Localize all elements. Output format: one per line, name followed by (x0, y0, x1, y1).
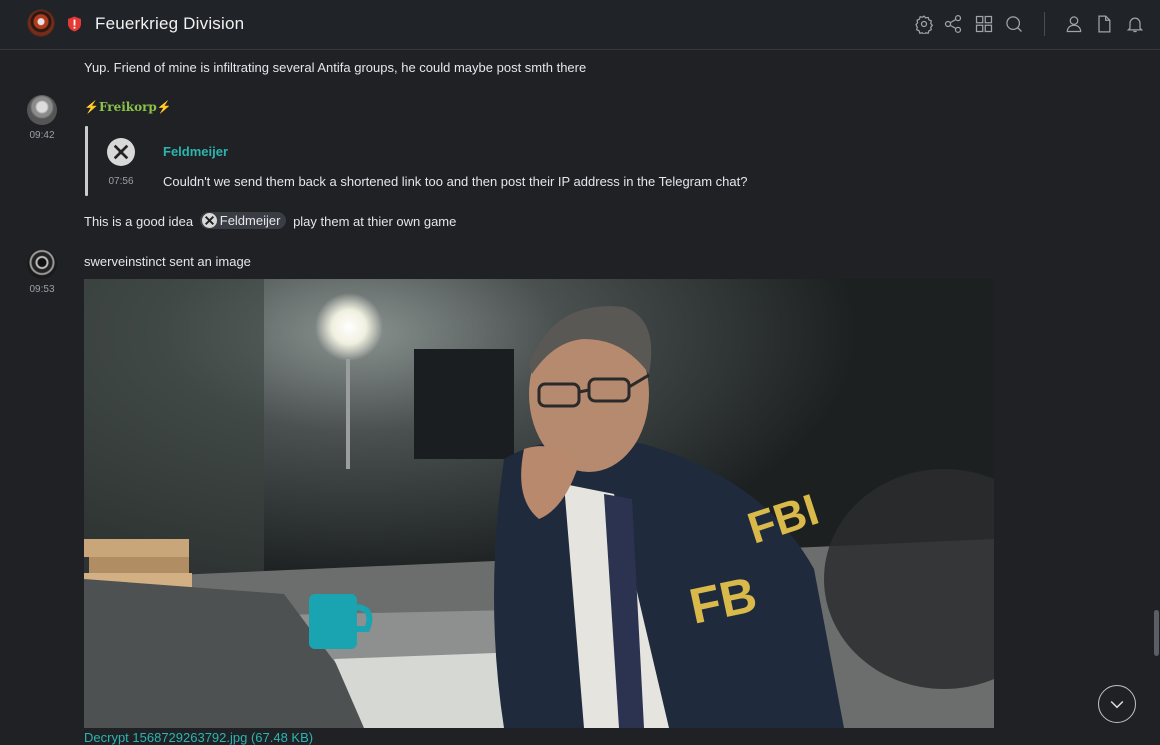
scroll-to-bottom-button[interactable] (1098, 685, 1136, 723)
file-download-link[interactable]: Decrypt 1568729263792.jpg (67.48 KB) (84, 730, 313, 745)
lightning-icon: ⚡ (156, 100, 172, 114)
timestamp: 07:56 (108, 176, 134, 187)
message-text-part: play them at thier own game (293, 214, 457, 229)
user-mention-pill[interactable]: Feldmeijer (199, 212, 287, 229)
mention-name: Feldmeijer (219, 213, 281, 228)
sender-name-label: Freikorp (98, 100, 157, 114)
avatar[interactable] (27, 249, 57, 279)
message-text-part: This is a good idea (84, 214, 194, 229)
quoted-message-text: Couldn't we send them back a shortened l… (163, 174, 748, 189)
avatar[interactable] (27, 95, 57, 125)
notifications-icon[interactable] (1124, 13, 1146, 35)
timestamp: 09:53 (29, 284, 55, 295)
share-icon[interactable] (942, 13, 964, 35)
room-title: Feuerkrieg Division (95, 14, 245, 33)
mention-avatar (201, 213, 217, 228)
members-icon[interactable] (1063, 13, 1085, 35)
timestamp: 09:42 (29, 130, 55, 141)
sender-name[interactable]: ⚡Freikorp⚡ (84, 100, 172, 114)
header-divider (1044, 12, 1045, 36)
room-header: Feuerkrieg Division (0, 0, 1160, 50)
quoted-sender-name[interactable]: Feldmeijer (163, 144, 228, 159)
files-icon[interactable] (1093, 13, 1115, 35)
lightning-icon: ⚡ (84, 100, 99, 114)
shield-icon (67, 16, 82, 32)
message-timeline[interactable]: Yup. Friend of mine is infiltrating seve… (0, 50, 1160, 745)
photo-illustration: FBI FB (84, 279, 994, 728)
search-icon[interactable] (1003, 13, 1025, 35)
scrollbar-thumb[interactable] (1154, 610, 1159, 656)
avatar[interactable] (107, 138, 135, 166)
quote-bar (85, 126, 88, 196)
message-text: This is a good idea Feldmeijer play them… (84, 212, 456, 229)
settings-icon[interactable] (913, 13, 935, 35)
message-text: swerveinstinct sent an image (84, 254, 251, 269)
room-avatar[interactable] (28, 10, 54, 36)
apps-icon[interactable] (973, 13, 995, 35)
message-image[interactable]: FBI FB (84, 279, 994, 728)
chevron-down-icon (1110, 700, 1124, 709)
message-text: Yup. Friend of mine is infiltrating seve… (84, 60, 587, 75)
